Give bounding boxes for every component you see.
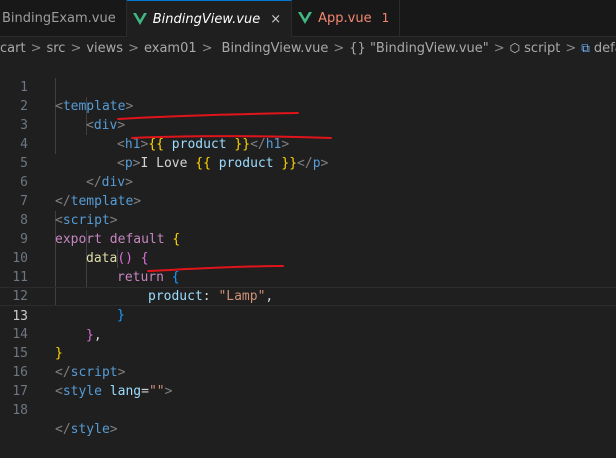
symbol-variable-icon: ⧉: [581, 40, 590, 55]
tab-label: BindingView.vue: [152, 11, 261, 27]
breadcrumb-item[interactable]: exam01: [144, 41, 197, 56]
breadcrumb-item[interactable]: cart: [0, 41, 26, 56]
chevron-right-icon: >: [201, 40, 213, 56]
tab-binding-exam[interactable]: BindingExam.vue: [0, 0, 127, 36]
breadcrumb-item[interactable]: src: [46, 41, 65, 56]
vue-file-icon: [298, 12, 313, 24]
breadcrumb-item[interactable]: views: [86, 41, 123, 56]
breadcrumb-item[interactable]: script: [524, 41, 560, 56]
code-line: 14 }: [0, 306, 616, 361]
code-line: 4 <p>I Love {{ product }}</p>: [0, 116, 616, 171]
chevron-right-icon: >: [70, 40, 82, 56]
chevron-right-icon: >: [30, 40, 42, 56]
breadcrumb: cart > src > views > exam01 > BindingVie…: [0, 37, 616, 59]
code-editor[interactable]: 1 <template> 2 <div> 3 <h1>{{ product }}…: [0, 59, 616, 443]
chevron-right-icon: >: [493, 40, 505, 56]
code-line: 15 </script>: [0, 325, 616, 380]
code-line: 10 return {: [0, 230, 616, 285]
module-icon: ⬡: [509, 41, 521, 55]
problem-count-badge: 1: [381, 11, 390, 25]
tab-label: BindingExam.vue: [2, 10, 116, 26]
chevron-right-icon: >: [565, 40, 577, 56]
breadcrumb-item[interactable]: BindingView.vue: [222, 41, 329, 56]
tab-binding-view[interactable]: BindingView.vue ×: [126, 0, 293, 37]
editor-tab-bar: BindingExam.vue BindingView.vue × App.vu…: [0, 0, 616, 37]
code-line: 9 data() {: [0, 211, 616, 266]
line-number: 18: [12, 403, 28, 418]
code-line: 2 <div>: [0, 78, 616, 133]
code-line: 3 <h1>{{ product }}</h1>: [0, 97, 616, 152]
code-line: 1 <template>: [0, 59, 616, 114]
tab-label: App.vue: [318, 10, 372, 26]
code-line: 16 <style lang="">: [0, 344, 616, 399]
breadcrumb-item[interactable]: {} "BindingView.vue": [349, 41, 488, 56]
code-line-current: 13 },: [0, 287, 616, 343]
chevron-right-icon: >: [333, 40, 345, 56]
vue-file-icon: [132, 13, 147, 25]
code-line: 8 export default {: [0, 192, 616, 247]
code-line: 17: [0, 363, 616, 399]
tab-app-vue[interactable]: App.vue 1: [292, 0, 401, 36]
code-line: 12 }: [0, 268, 616, 323]
code-line: 7 <script>: [0, 173, 616, 228]
close-icon[interactable]: ×: [270, 12, 281, 27]
code-line: 6 </template>: [0, 154, 616, 209]
code-line: 18 </style>: [0, 382, 616, 437]
code-line: 11 product: "Lamp",: [0, 249, 616, 304]
chevron-right-icon: >: [128, 40, 139, 56]
code-line: 5 </div>: [0, 135, 616, 190]
breadcrumb-item[interactable]: default: [594, 41, 616, 56]
